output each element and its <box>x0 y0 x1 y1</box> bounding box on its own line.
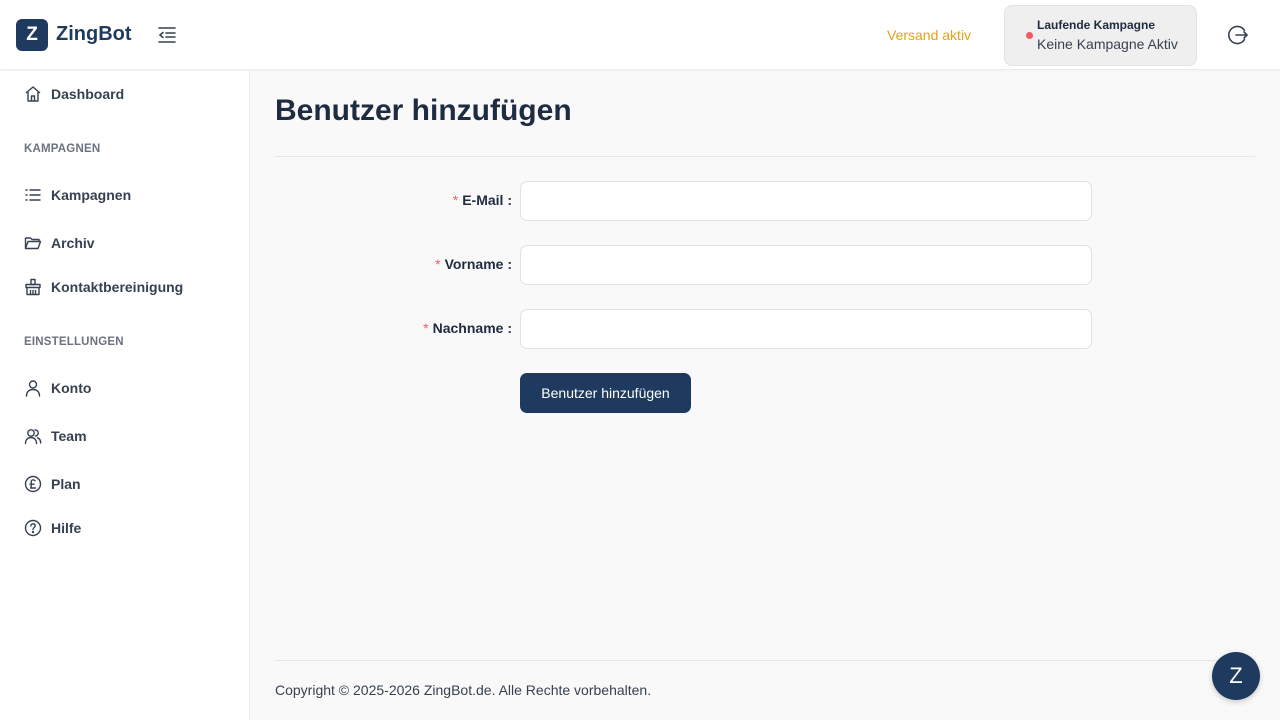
send-status: Versand aktiv <box>887 27 972 43</box>
footer-divider <box>275 660 1255 661</box>
sidebar-item-archiv[interactable]: Archiv <box>24 231 95 255</box>
sidebar-item-label: Konto <box>51 380 92 396</box>
email-field[interactable] <box>520 181 1092 221</box>
pound-icon <box>24 475 42 493</box>
brand-name[interactable]: ZingBot <box>56 23 132 46</box>
sidebar-item-label: Dashboard <box>51 86 125 102</box>
sidebar-item-label: Kampagnen <box>51 187 132 203</box>
broom-icon <box>25 278 41 296</box>
sidebar-item-label: Hilfe <box>51 520 82 536</box>
sidebar-item-kontaktbereinigung[interactable]: Kontaktbereinigung <box>24 275 183 299</box>
footer-copyright: Copyright © 2025-2026 ZingBot.de. Alle R… <box>275 682 652 698</box>
sidebar-item-label: Archiv <box>51 235 95 251</box>
email-label-text: E-Mail <box>462 192 504 208</box>
running-campaign-value: Keine Kampagne Aktiv <box>1037 36 1178 52</box>
email-label: * E-Mail : <box>453 192 512 208</box>
sidebar-item-hilfe[interactable]: Hilfe <box>24 516 81 540</box>
logout-icon[interactable] <box>1226 23 1250 47</box>
sidebar-item-kampagnen[interactable]: Kampagnen <box>24 183 131 207</box>
vorname-field[interactable] <box>520 245 1092 285</box>
page-title: Benutzer hinzufügen <box>275 94 572 127</box>
sidebar-item-label: Team <box>51 428 87 444</box>
sidebar-item-plan[interactable]: Plan <box>24 472 81 496</box>
sidebar-item-team[interactable]: Team <box>24 424 87 448</box>
sidebar-item-dashboard[interactable]: Dashboard <box>24 82 124 106</box>
vorname-label: * Vorname : <box>435 256 512 272</box>
required-marker: * <box>423 320 429 336</box>
title-divider <box>275 156 1255 157</box>
folder-icon <box>24 237 42 250</box>
running-campaign-title: Laufende Kampagne <box>1037 18 1156 32</box>
sidebar: Dashboard KAMPAGNEN Kampagnen Archiv Kon… <box>0 71 250 720</box>
section-heading-einstellungen: EINSTELLUNGEN <box>24 336 124 348</box>
sidebar-item-konto[interactable]: Konto <box>24 376 91 400</box>
chat-widget-icon: Z <box>1229 663 1243 688</box>
user-icon <box>25 380 41 397</box>
team-icon <box>24 429 42 445</box>
list-icon <box>25 189 41 201</box>
label-colon: : <box>503 192 512 208</box>
chat-widget-button[interactable]: Z <box>1212 652 1260 700</box>
label-colon: : <box>503 256 512 272</box>
vorname-label-text: Vorname <box>444 256 504 272</box>
home-icon <box>25 86 41 102</box>
add-user-button[interactable]: Benutzer hinzufügen <box>520 373 691 413</box>
menu-collapse-icon[interactable] <box>156 24 180 46</box>
required-marker: * <box>435 256 441 272</box>
help-icon <box>24 519 42 537</box>
top-bar: Z ZingBot Versand aktiv Laufende Kampagn… <box>0 0 1280 70</box>
nachname-label-text: Nachname <box>432 320 504 336</box>
nachname-label: * Nachname : <box>423 320 512 336</box>
brand-logo[interactable]: Z <box>16 19 48 51</box>
sidebar-item-label: Plan <box>51 476 81 492</box>
required-marker: * <box>452 192 459 208</box>
label-colon: : <box>503 320 512 336</box>
nachname-field[interactable] <box>520 309 1092 349</box>
running-campaign-panel[interactable]: Laufende Kampagne Keine Kampagne Aktiv <box>1004 5 1197 66</box>
campaign-status-dot <box>1026 32 1033 39</box>
brand-logo-letter: Z <box>26 24 38 45</box>
section-heading-kampagnen: KAMPAGNEN <box>24 143 101 155</box>
sidebar-item-label: Kontaktbereinigung <box>51 279 184 295</box>
